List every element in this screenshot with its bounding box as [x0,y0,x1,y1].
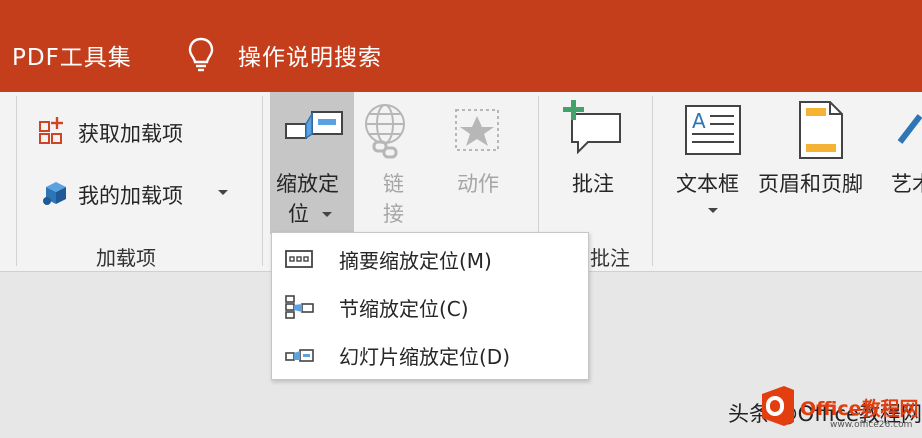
lightbulb-icon [188,37,214,72]
tell-me-search[interactable]: 操作说明搜索 [238,38,382,72]
action-star-icon [455,109,499,151]
group-separator [652,96,653,266]
tab-pdf-tools[interactable]: PDF工具集 [12,38,132,72]
svg-text:A: A [692,109,706,133]
menu-item-summary-zoom[interactable]: 摘要缩放定位(M) [272,235,588,283]
wordart-button[interactable]: 艺术 [891,168,922,198]
my-addins-icon [43,182,66,205]
menu-item-label: 摘要缩放定位(M) [339,249,492,273]
new-comment-icon [563,100,621,155]
store-grid-icon [39,117,63,144]
comment-button[interactable]: 批注 [572,168,614,198]
watermark-brand: Office教程网 [800,398,919,420]
menu-item-label: 节缩放定位(C) [339,297,469,321]
my-addins-dropdown-caret[interactable] [218,190,228,195]
group-separator [262,96,263,266]
menu-item-slide-zoom[interactable]: 幻灯片缩放定位(D) [272,331,588,379]
header-footer-icon [799,101,843,159]
slide-zoom-icon [285,349,314,362]
summary-zoom-icon [285,250,313,268]
zoom-dropdown-caret[interactable] [322,212,332,217]
group-label-comments: 批注 [590,246,630,270]
textbox-icon: A [685,105,741,155]
zoom-label-line2: 位 [288,202,309,226]
my-addins-button[interactable]: 我的加载项 [78,180,183,210]
group-label-addins: 加载项 [96,246,156,270]
textbox-button[interactable]: 文本框 [676,168,739,198]
section-zoom-icon [285,295,314,319]
zoom-label-line1: 缩放定 [276,172,339,196]
menu-item-section-zoom[interactable]: 节缩放定位(C) [272,283,588,331]
textbox-dropdown-caret[interactable] [708,208,718,213]
get-addins-button[interactable]: 获取加载项 [78,118,183,148]
group-separator [16,96,17,266]
title-bar: PDF工具集 操作说明搜索 [0,0,922,92]
link-label-line1[interactable]: 链 [383,168,404,198]
link-icon [365,104,405,159]
zoom-icon [285,111,343,140]
menu-item-label: 幻灯片缩放定位(D) [339,345,511,369]
link-label-line2[interactable]: 接 [383,198,404,228]
wordart-icon [897,114,922,144]
action-button[interactable]: 动作 [457,168,499,198]
header-footer-button[interactable]: 页眉和页脚 [758,168,863,198]
office-logo-icon [762,386,794,426]
zoom-dropdown-menu: 摘要缩放定位(M) 节缩放定位(C) 幻灯片缩放定位(D) [271,232,589,380]
watermark-url: www.office26.com [830,420,913,430]
